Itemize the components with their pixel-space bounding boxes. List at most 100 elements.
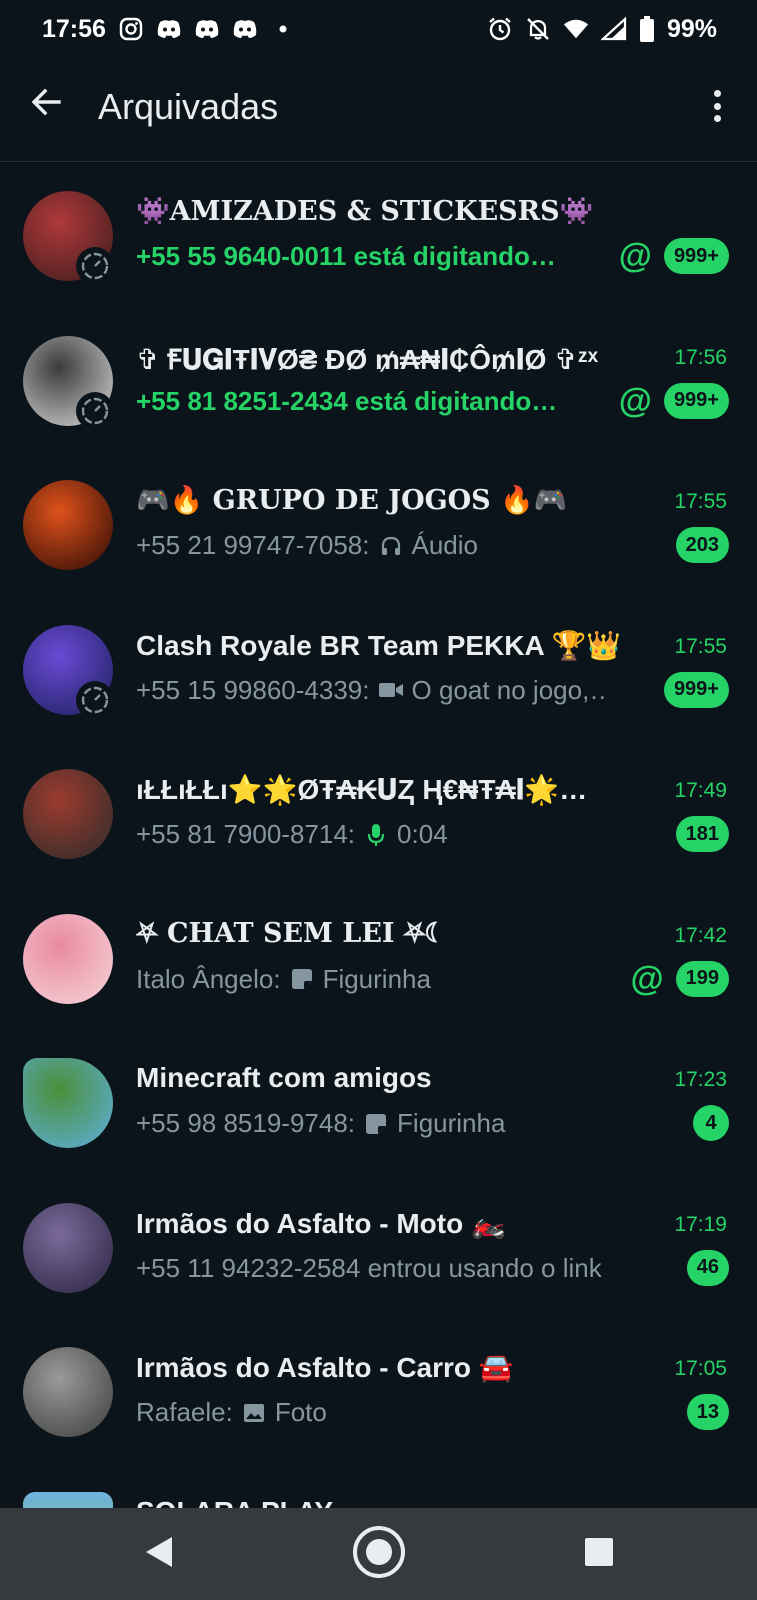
mention-icon: @ [618,237,652,275]
signal-icon [600,16,627,42]
badges: @ 999+ [619,382,729,419]
avatar[interactable] [23,913,113,1004]
chat-title: Minecraft com amigos [136,1062,432,1093]
unread-badge: 999+ [663,238,729,274]
more-options-button[interactable] [707,86,727,126]
image-icon [241,1400,267,1426]
battery-level: 99% [666,14,717,43]
chat-preview: +55 15 99860-4339: O goat no jogo,… [136,675,606,706]
chat-preview: +55 81 7900-8714: 0:04 [136,819,606,850]
preview-text: Figurinha [322,963,431,994]
bell-off-icon [525,16,551,42]
nav-back-button[interactable] [134,1529,184,1579]
chat-row[interactable]: Minecraft com amigos 17:23 +55 98 8519-9… [0,1030,757,1175]
avatar[interactable] [23,480,113,570]
chat-row-partial[interactable]: SOLARA PLAY [0,1464,757,1508]
archived-chat-list[interactable]: 👾AMIZADES & STICKESRS👾 +55 55 9640-0011 … [0,163,757,1508]
menu-dot [713,102,721,110]
status-ring-icon [76,391,114,430]
nav-home-button[interactable] [352,1525,405,1579]
status-time: 17:56 [42,14,106,43]
chat-time: 17:19 [674,1212,727,1236]
headphones-icon [378,533,404,559]
status-left: 17:56 [42,15,296,44]
preview-text: Áudio [411,530,479,560]
app-bar: Arquivadas [0,58,757,162]
nav-recents-button[interactable] [574,1529,624,1579]
nav-recents-icon [584,1537,614,1572]
mention-icon: @ [630,959,664,998]
chat-time: 17:55 [674,634,727,658]
badges: 999+ [663,671,729,708]
more-vertical-icon [713,90,721,97]
preview-text: 0:04 [397,819,448,849]
preview-text: Figurinha [397,1108,506,1138]
preview-text: +55 55 9640-0011 está digitando… [136,241,556,271]
sticker-icon [363,1111,389,1137]
chat-row[interactable]: 👾AMIZADES & STICKESRS👾 +55 55 9640-0011 … [0,163,757,308]
unread-badge: 999+ [663,671,729,708]
chat-row[interactable]: Irmãos do Asfalto - Moto 🏍️ 17:19 +55 11… [0,1175,757,1320]
chat-row[interactable]: Clash Royale BR Team PEKKA 🏆👑 17:55 +55 … [0,597,757,742]
avatar[interactable] [23,1347,113,1437]
discord-icon [232,16,258,42]
chat-title: Clash Royale BR Team PEKKA 🏆👑 [136,629,622,661]
avatar[interactable] [23,769,113,859]
chat-preview: +55 55 9640-0011 está digitando… [136,241,606,272]
page-title: Arquivadas [98,86,279,127]
status-bar: 17:56 99% [0,0,757,58]
chat-time: 17:49 [674,779,727,802]
preview-text: +55 11 94232-2584 entrou usando o link … [136,1252,606,1283]
badges: 4 [693,1105,729,1141]
unread-badge: 199 [675,960,729,997]
chat-row[interactable]: ıŁŁıŁŁı⭐🌟ØŦ₳₭𝐔Ⱬ Ⱨ€₦Ŧ₳𝐈🌟⭐ı… 17:49 +55 81 … [0,741,757,886]
mic-icon [363,822,389,848]
arrow-left-icon [29,85,63,124]
badges: @ 199 [630,959,729,998]
status-right: 99% [487,15,717,44]
chat-row[interactable]: Irmãos do Asfalto - Carro 🚘 17:05 Rafael… [0,1319,757,1464]
preview-text: Foto [274,1397,327,1427]
chat-title: ıŁŁıŁŁı⭐🌟ØŦ₳₭𝐔Ⱬ Ⱨ€₦Ŧ₳𝐈🌟⭐ı… [136,774,616,805]
unread-badge: 46 [686,1249,729,1286]
chat-row[interactable]: ✞ Ꞙ𝐔𝐆𝐈Ŧ𝐈𝐕Ø₴ ĐØ ₥₳₦𝐈₵Ô₥𝐈Ø ✞ᶻˣ 17:56 +55 8… [0,308,757,453]
chat-title: Irmãos do Asfalto - Moto 🏍️ [136,1207,506,1239]
chat-preview: +55 98 8519-9748: Figurinha [136,1108,606,1139]
battery-icon [639,16,655,42]
badges: 46 [686,1249,729,1286]
chat-preview: Italo Ângelo: Figurinha [136,964,606,995]
discord-icon [194,16,220,42]
badges: 181 [675,816,729,852]
chat-title: ✞ Ꞙ𝐔𝐆𝐈Ŧ𝐈𝐕Ø₴ ĐØ ₥₳₦𝐈₵Ô₥𝐈Ø ✞ᶻˣ [136,343,598,375]
chat-row[interactable]: ⛧ CHAT SEM LEI ⛧☾ 17:42 Italo Ângelo: Fi… [0,886,757,1031]
unread-badge: 13 [686,1394,729,1430]
chat-time: 17:55 [674,490,727,513]
chat-preview: +55 21 99747-7058: Áudio [136,530,606,561]
status-ring-icon [76,680,114,719]
chat-title: ⛧ CHAT SEM LEI ⛧☾ [136,917,445,949]
chat-time: 17:56 [674,345,727,369]
preview-sender: +55 21 99747-7058: [136,530,370,560]
chat-row[interactable]: 🎮🔥 GRUPO DE JOGOS 🔥🎮 17:55 +55 21 99747-… [0,452,757,597]
badges: 203 [675,527,729,563]
chat-title: 👾AMIZADES & STICKESRS👾 [136,196,594,227]
wifi-icon [563,16,589,42]
avatar[interactable] [23,1202,113,1293]
preview-sender: Rafaele: [136,1397,233,1427]
avatar[interactable] [23,1058,113,1148]
chat-time: 17:42 [674,923,727,947]
dot-icon [270,16,296,42]
back-button[interactable] [26,84,66,124]
sticker-icon [289,966,315,992]
nav-home-icon [352,1525,406,1584]
nav-back-icon [144,1535,174,1574]
chat-time: 17:23 [674,1068,727,1091]
unread-badge: 203 [675,527,729,563]
system-nav-bar [0,1508,757,1600]
chat-preview: Rafaele: Foto [136,1397,606,1428]
badges: 13 [686,1394,729,1430]
unread-badge: 181 [675,816,729,852]
avatar[interactable] [23,1491,113,1508]
chat-time: 17:05 [674,1357,727,1380]
preview-sender: Italo Ângelo: [136,963,281,994]
